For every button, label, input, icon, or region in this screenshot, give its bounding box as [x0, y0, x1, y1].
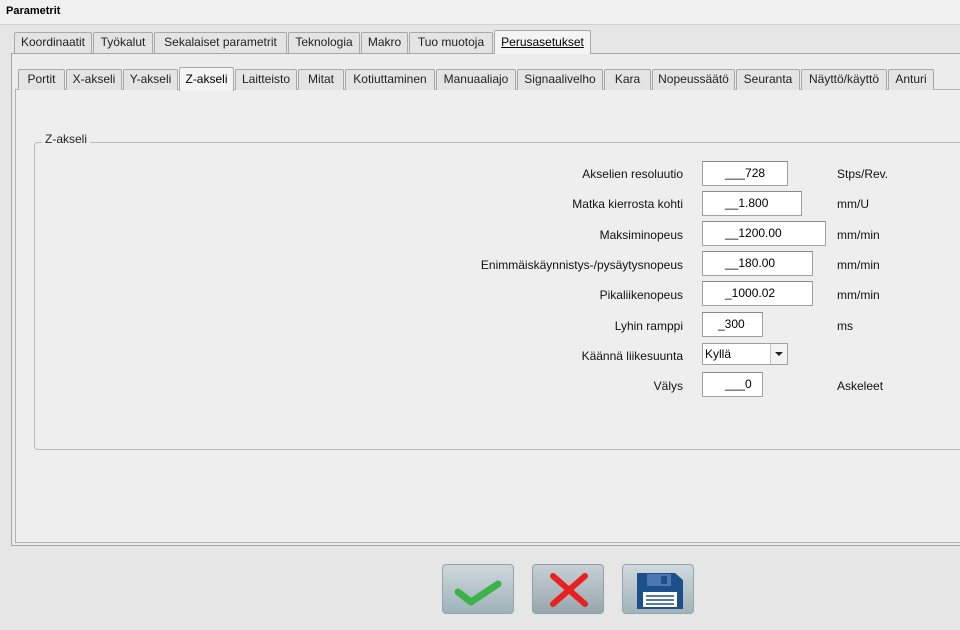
floppy-disk-icon: [637, 573, 683, 609]
max-speed-unit: mm/min: [837, 228, 880, 242]
min-ramp-input[interactable]: _300: [702, 312, 763, 337]
distance-per-rev-label: Matka kierrosta kohti: [572, 197, 683, 211]
reverse-direction-label: Käännä liikesuunta: [581, 349, 683, 363]
z-axis-group: [34, 142, 960, 450]
tab-teknologia[interactable]: Teknologia: [288, 32, 360, 53]
tab-x-akseli[interactable]: X-akseli: [66, 69, 122, 90]
chevron-down-icon[interactable]: [770, 344, 787, 364]
tab-kara[interactable]: Kara: [604, 69, 651, 90]
resolution-input[interactable]: ___728: [702, 161, 788, 186]
rapid-speed-input[interactable]: _1000.02: [702, 281, 813, 306]
tab-anturi[interactable]: Anturi: [888, 69, 934, 90]
min-ramp-label: Lyhin ramppi: [614, 319, 683, 333]
tab-sekalaiset-parametrit[interactable]: Sekalaiset parametrit: [154, 32, 287, 53]
max-speed-label: Maksiminopeus: [599, 228, 683, 242]
start-stop-speed-input[interactable]: __180.00: [702, 251, 813, 276]
tab-z-akseli[interactable]: Z-akseli: [179, 67, 234, 91]
cancel-button[interactable]: [532, 564, 604, 614]
start-stop-speed-label: Enimmäiskäynnistys-/pysäytysnopeus: [480, 258, 683, 272]
reverse-direction-value: Kyllä: [705, 347, 732, 361]
tab-naytto-kaytto[interactable]: Näyttö/käyttö: [801, 69, 887, 90]
resolution-label: Akselien resoluutio: [582, 167, 683, 181]
backlash-label: Välys: [653, 379, 683, 393]
tab-seuranta[interactable]: Seuranta: [736, 69, 800, 90]
max-speed-input[interactable]: __1200.00: [702, 221, 826, 246]
tab-manuaaliajo[interactable]: Manuaaliajo: [436, 69, 516, 90]
distance-per-rev-unit: mm/U: [837, 197, 869, 211]
group-title: Z-akseli: [42, 132, 91, 146]
tab-koordinaatit[interactable]: Koordinaatit: [14, 32, 92, 53]
window-title: Parametrit: [6, 5, 61, 17]
tab-tuo-muotoja[interactable]: Tuo muotoja: [409, 32, 493, 53]
tab-kotiuttaminen[interactable]: Kotiuttaminen: [345, 69, 435, 90]
tab-laitteisto[interactable]: Laitteisto: [235, 69, 297, 90]
start-stop-speed-unit: mm/min: [837, 258, 880, 272]
rapid-speed-unit: mm/min: [837, 288, 880, 302]
save-button[interactable]: [622, 564, 694, 614]
tab-signaalivelho[interactable]: Signaalivelho: [517, 69, 603, 90]
reverse-direction-select[interactable]: Kyllä: [702, 343, 788, 365]
close-icon: [550, 573, 588, 607]
tab-nopeussaato[interactable]: Nopeussäätö: [652, 69, 735, 90]
tab-portit[interactable]: Portit: [18, 69, 65, 90]
rapid-speed-label: Pikaliikenopeus: [599, 288, 683, 302]
min-ramp-unit: ms: [837, 319, 853, 333]
tab-y-akseli[interactable]: Y-akseli: [123, 69, 178, 90]
tab-makro[interactable]: Makro: [361, 32, 408, 53]
checkmark-icon: [454, 580, 502, 606]
backlash-input[interactable]: ___0: [702, 372, 763, 397]
ok-button[interactable]: [442, 564, 514, 614]
tab-tyokalut[interactable]: Työkalut: [93, 32, 153, 53]
tab-perusasetukset[interactable]: Perusasetukset: [494, 30, 591, 54]
distance-per-rev-input[interactable]: __1.800: [702, 191, 802, 216]
tab-mitat[interactable]: Mitat: [298, 69, 344, 90]
backlash-unit: Askeleet: [837, 379, 884, 393]
resolution-unit: Stps/Rev.: [837, 167, 889, 181]
title-bar: Parametrit: [0, 0, 960, 25]
